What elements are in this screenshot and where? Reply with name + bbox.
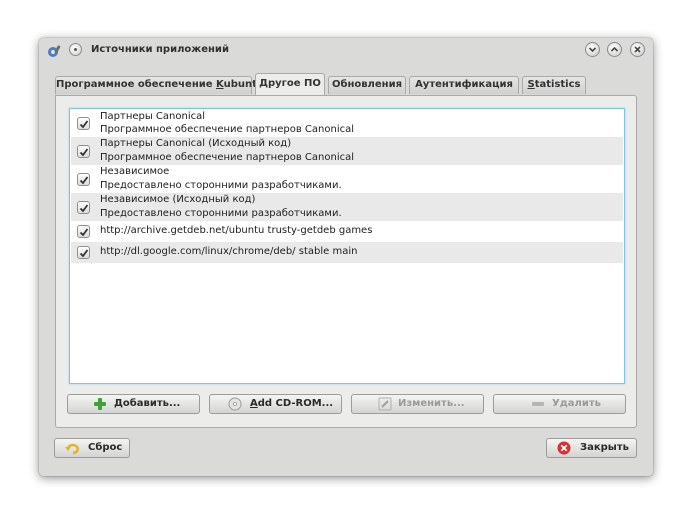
source-checkbox[interactable] [77,225,90,238]
tab-label-accel: K [216,79,224,90]
list-item[interactable]: http://dl.google.com/linux/chrome/deb/ s… [71,242,623,263]
source-title: Независимое [100,166,170,177]
close-icon [634,46,641,53]
checkmark-icon [79,204,89,213]
undo-arrow-icon [65,443,79,455]
minus-icon [532,402,544,406]
window-title: Источники приложений [91,44,229,55]
tab-other-software[interactable]: Другое ПО [255,73,325,95]
tab-label: tatistics [534,79,581,90]
source-subtitle: Предоставлено сторонними разработчиками. [100,208,342,219]
close-button-label: Закрыть [580,442,629,453]
tab-label-accel: S [527,79,535,90]
pencil-icon [378,397,392,411]
reset-button[interactable]: Сброс [54,438,130,458]
title-bar[interactable]: Источники приложений [39,38,653,64]
source-checkbox[interactable] [77,145,90,158]
checkmark-icon [79,120,89,129]
remove-button-label: Удалить [552,398,601,409]
source-subtitle: Программное обеспечение партнеров Canoni… [100,152,354,163]
source-checkbox[interactable] [77,173,90,186]
maximize-button[interactable] [607,42,622,57]
list-item[interactable]: http://archive.getdeb.net/ubuntu trusty-… [71,221,623,242]
add-button-label: Добавить... [114,398,181,409]
reset-button-label: Сброс [88,442,123,453]
source-subtitle: Программное обеспечение партнеров Canoni… [100,124,354,135]
list-item[interactable]: Независимое Предоставлено сторонними раз… [71,165,623,193]
edit-button-label: Изменить... [398,398,465,409]
red-x-circle-icon [557,441,571,455]
sources-list[interactable]: Партнеры Canonical Программное обеспечен… [69,108,625,384]
tab-label: Обновления [331,79,403,90]
add-cdrom-label: Add CD-ROM... [250,395,333,413]
source-title: http://archive.getdeb.net/ubuntu trusty-… [100,225,373,236]
add-button[interactable]: Добавить... [67,394,200,414]
tab-label: Аутентификация [415,79,513,90]
tab-kubuntu-software[interactable]: Программное обеспечение Kubuntu [55,76,264,94]
cdrom-icon [228,397,242,411]
close-button[interactable]: Закрыть [546,438,637,458]
green-plus-icon [94,398,106,410]
source-checkbox[interactable] [77,117,90,130]
tab-label: Программное обеспечение [56,79,216,90]
source-title: http://dl.google.com/linux/chrome/deb/ s… [100,246,358,257]
source-checkbox[interactable] [77,246,90,259]
close-window-button[interactable] [630,42,645,57]
minimize-button[interactable] [585,42,600,57]
other-software-panel: Партнеры Canonical Программное обеспечен… [55,95,637,428]
list-item[interactable]: Партнеры Canonical (Исходный код) Програ… [71,137,623,165]
tab-authentication[interactable]: Аутентификация [409,76,519,94]
source-title: Независимое (Исходный код) [100,194,256,205]
app-icon [48,45,61,57]
source-title: Партнеры Canonical (Исходный код) [100,138,292,149]
checkmark-icon [79,176,89,185]
tab-statistics[interactable]: Statistics [522,76,586,94]
checkmark-icon [79,249,89,258]
chevron-up-icon [610,46,619,52]
pin-icon[interactable] [69,43,82,56]
source-checkbox[interactable] [77,201,90,214]
chevron-down-icon [588,47,597,53]
source-subtitle: Предоставлено сторонними разработчиками. [100,180,342,191]
checkmark-icon [79,148,89,157]
add-cdrom-accel: A [250,398,258,409]
tab-updates[interactable]: Обновления [328,76,406,94]
source-title: Партнеры Canonical [100,111,206,122]
edit-button[interactable]: Изменить... [351,394,484,414]
software-sources-window: Источники приложений Программное обеспеч… [39,38,653,476]
list-item[interactable]: Независимое (Исходный код) Предоставлено… [71,193,623,221]
checkmark-icon [79,228,89,237]
list-item[interactable]: Партнеры Canonical Программное обеспечен… [71,110,623,137]
tab-label: Другое ПО [259,78,321,89]
add-cdrom-button[interactable]: Add CD-ROM... [209,394,342,414]
remove-button[interactable]: Удалить [493,394,626,414]
add-cdrom-text: dd CD-ROM... [257,398,334,409]
